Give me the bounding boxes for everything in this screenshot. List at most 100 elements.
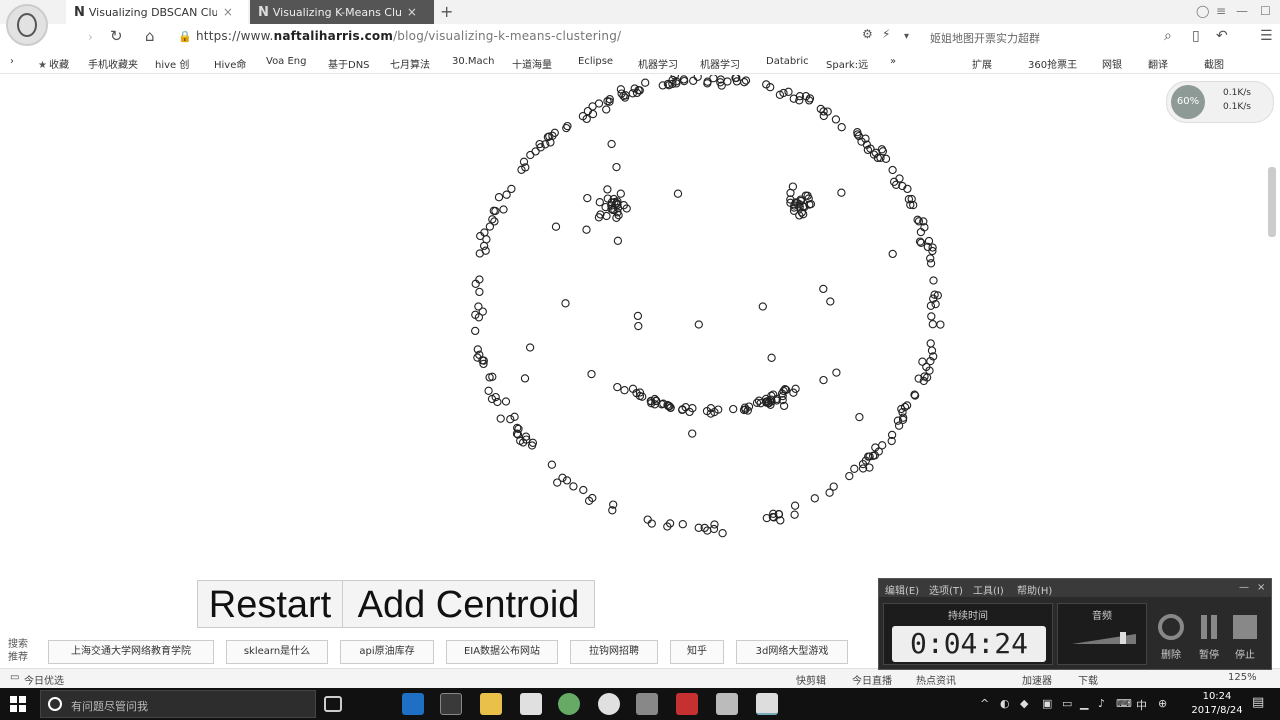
more-bookmarks-icon[interactable]: »: [890, 56, 896, 67]
suggestion-item[interactable]: 3d网络大型游戏: [736, 640, 848, 664]
url-field[interactable]: https://www.naftaliharris.com/blog/visua…: [196, 29, 621, 43]
minimize-icon[interactable]: —: [1236, 4, 1248, 18]
bookmark-item[interactable]: 30.Mach: [452, 56, 495, 67]
bookmark-item[interactable]: Databric: [766, 56, 809, 67]
status-item[interactable]: 今日直播: [852, 672, 892, 687]
tray-app-icon[interactable]: ⊕: [1158, 697, 1167, 710]
suggestion-item[interactable]: 上海交通大学网络教育学院: [48, 640, 214, 664]
forward-icon[interactable]: ›: [88, 30, 93, 44]
tray-up-icon[interactable]: ^: [980, 697, 989, 710]
network-speed-widget[interactable]: 60% 0.1K/s 0.1K/s: [1166, 81, 1274, 123]
reload-icon[interactable]: ↻: [110, 27, 123, 45]
zoom-level[interactable]: 125%: [1228, 672, 1257, 683]
app-icon[interactable]: [716, 693, 738, 715]
bookmark-item[interactable]: 七月算法: [390, 56, 430, 71]
store-icon[interactable]: [440, 693, 462, 715]
pause-button[interactable]: 暂停: [1189, 613, 1229, 661]
new-tab-button[interactable]: +: [440, 2, 453, 21]
bookmark-item[interactable]: 十道海量: [512, 56, 552, 71]
minimize-icon[interactable]: —: [1239, 582, 1249, 593]
bookmark-item[interactable]: ★ 收藏: [38, 56, 69, 71]
tab-dbscan[interactable]: N Visualizing DBSCAN Clustering ×: [66, 0, 248, 24]
bookmark-item[interactable]: Voa Eng: [266, 56, 307, 67]
gear-icon[interactable]: ⚙: [862, 27, 873, 41]
volume-slider[interactable]: [1072, 630, 1136, 646]
more-icon[interactable]: ☰: [1260, 28, 1273, 44]
delete-button[interactable]: 删除: [1151, 613, 1191, 661]
close-icon[interactable]: ×: [223, 5, 233, 19]
close-icon[interactable]: ×: [407, 5, 417, 19]
bookmark-item[interactable]: Eclipse: [578, 56, 613, 67]
add-centroid-button[interactable]: Add Centroid: [342, 580, 595, 628]
taskbar-search[interactable]: 有问题尽管问我: [40, 690, 316, 718]
data-point: [499, 205, 508, 214]
chrome-icon[interactable]: [598, 693, 620, 715]
status-item[interactable]: 热点资讯: [916, 672, 956, 687]
bookmark-item[interactable]: 机器学习: [700, 56, 740, 71]
network-icon[interactable]: ▁: [1080, 697, 1088, 710]
status-item[interactable]: 加速器: [1022, 672, 1052, 687]
close-icon[interactable]: ×: [1257, 582, 1265, 593]
suggestion-item[interactable]: sklearn是什么: [226, 640, 328, 664]
avatar[interactable]: [6, 4, 48, 46]
bookmark-item[interactable]: 扩展: [972, 56, 992, 71]
tray-app-icon[interactable]: ◐: [1000, 697, 1010, 710]
windows-start-icon[interactable]: [10, 696, 26, 712]
bookmark-item[interactable]: Hive命: [214, 56, 246, 71]
bookmark-item[interactable]: 基于DNS: [328, 56, 370, 71]
chevron-down-icon[interactable]: ▾: [904, 31, 909, 42]
phone-icon[interactable]: ▯: [1192, 28, 1200, 44]
suggestion-item[interactable]: api原油库存: [340, 640, 434, 664]
top-links[interactable]: 姬姐地图开票实力超群: [930, 30, 1040, 46]
today-pick[interactable]: 今日优选: [24, 672, 64, 687]
cortana-icon: [48, 697, 62, 711]
keyboard-icon[interactable]: ⌨: [1116, 697, 1132, 710]
bookmark-item[interactable]: 360抢票王: [1028, 56, 1077, 71]
menu-item[interactable]: 选项(T): [929, 582, 963, 597]
bookmark-toggle-icon[interactable]: ›: [10, 56, 14, 67]
status-item[interactable]: 下载: [1078, 672, 1098, 687]
bookmark-item[interactable]: 手机收藏夹: [88, 56, 138, 71]
menu-item[interactable]: 工具(I): [973, 582, 1004, 597]
tray-app-icon[interactable]: ▣: [1042, 697, 1052, 710]
undo-icon[interactable]: ↶: [1216, 28, 1228, 44]
suggestion-item[interactable]: 拉钩网招聘: [570, 640, 658, 664]
menu-item[interactable]: 帮助(H): [1017, 582, 1052, 597]
scatter-plot[interactable]: [0, 75, 1280, 575]
app-icon[interactable]: [636, 693, 658, 715]
suggestion-item[interactable]: 知乎: [670, 640, 724, 664]
skin-icon[interactable]: ◯: [1196, 4, 1209, 18]
volume-icon[interactable]: ♪: [1098, 697, 1105, 710]
stop-button[interactable]: 停止: [1225, 613, 1265, 661]
ime-indicator[interactable]: 中: [1136, 697, 1147, 713]
status-item[interactable]: 快剪辑: [796, 672, 826, 687]
menu-icon[interactable]: ≡: [1216, 4, 1226, 18]
bookmark-item[interactable]: 翻译: [1148, 56, 1168, 71]
task-view-icon[interactable]: [324, 696, 342, 712]
tab-kmeans[interactable]: N Visualizing K-Means Clusters ×: [250, 0, 434, 24]
recorder-app-icon[interactable]: [756, 693, 778, 715]
browser-360-icon[interactable]: [558, 693, 580, 715]
menu-item[interactable]: 编辑(E): [885, 582, 919, 597]
bookmark-item[interactable]: 机器学习: [638, 56, 678, 71]
data-point: [758, 302, 767, 311]
bookmark-item[interactable]: 截图: [1204, 56, 1224, 71]
pdf-icon[interactable]: [676, 693, 698, 715]
search-icon[interactable]: ⌕: [1164, 28, 1172, 44]
lightning-icon[interactable]: ⚡: [882, 27, 890, 41]
bookmark-item[interactable]: hive 创: [155, 56, 189, 71]
clock[interactable]: 10:24 2017/8/24: [1190, 690, 1244, 718]
home-icon[interactable]: ⌂: [145, 27, 155, 45]
suggestion-item[interactable]: EIA数据公布网站: [446, 640, 558, 664]
bookmark-item[interactable]: 网银: [1102, 56, 1122, 71]
file-explorer-icon[interactable]: [480, 693, 502, 715]
scrollbar[interactable]: [1268, 167, 1276, 237]
battery-icon[interactable]: ▭: [1062, 697, 1072, 710]
app-icon[interactable]: [520, 693, 542, 715]
restart-button[interactable]: Restart: [197, 580, 343, 628]
edge-icon[interactable]: [402, 693, 424, 715]
tray-app-icon[interactable]: ◆: [1020, 697, 1028, 710]
notification-icon[interactable]: ▤: [1252, 695, 1264, 710]
bookmark-item[interactable]: Spark:远: [826, 56, 868, 71]
maximize-icon[interactable]: ☐: [1260, 4, 1271, 18]
